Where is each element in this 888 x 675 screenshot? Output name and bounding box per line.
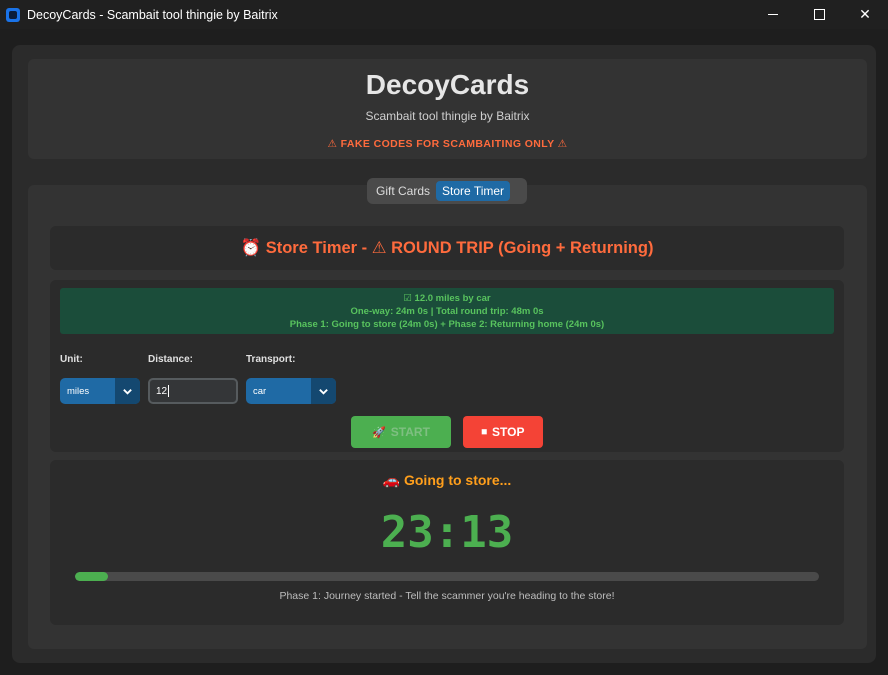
- trip-info-box: ☑ 12.0 miles by car One-way: 24m 0s | To…: [60, 288, 834, 334]
- transport-select-value: car: [253, 385, 267, 397]
- progress-bar: [75, 572, 819, 581]
- start-button[interactable]: 🚀 START: [351, 416, 451, 448]
- stop-button-label: STOP: [492, 425, 525, 439]
- text-caret: [168, 385, 170, 397]
- status-title: 🚗 Going to store...: [382, 472, 512, 488]
- app-subtitle: Scambait tool thingie by Baitrix: [365, 109, 530, 123]
- warning-banner: ⚠ FAKE CODES FOR SCAMBAITING ONLY ⚠: [327, 138, 568, 150]
- tab-store-timer[interactable]: Store Timer: [436, 181, 511, 201]
- stop-button[interactable]: ⏹ STOP: [463, 416, 543, 448]
- app-icon: [6, 7, 20, 22]
- progress-fill: [75, 572, 109, 581]
- header-card: DecoyCards Scambait tool thingie by Bait…: [28, 59, 867, 159]
- app-window: DecoyCards Scambait tool thingie by Bait…: [12, 45, 876, 663]
- trip-info-line-times: One-way: 24m 0s | Total round trip: 48m …: [350, 306, 544, 317]
- stop-icon: ⏹: [481, 425, 488, 438]
- close-icon: ✕: [859, 6, 871, 23]
- unit-select-value: miles: [67, 385, 90, 397]
- unit-label: Unit:: [60, 354, 83, 365]
- timer-header: ⏰ Store Timer - ⚠ ROUND TRIP (Going + Re…: [50, 226, 844, 270]
- status-panel: 🚗 Going to store... 23:13 Phase 1: Journ…: [50, 460, 844, 625]
- window-title: DecoyCards - Scambait tool thingie by Ba…: [27, 7, 278, 22]
- start-button-label: START: [390, 425, 430, 439]
- distance-input-value: 12: [156, 385, 168, 397]
- minimize-button[interactable]: [750, 0, 796, 29]
- rocket-icon: 🚀: [372, 426, 386, 439]
- trip-info-line-phases: Phase 1: Going to store (24m 0s) + Phase…: [289, 319, 605, 330]
- chevron-down-icon[interactable]: [115, 378, 140, 404]
- config-panel: ☑ 12.0 miles by car One-way: 24m 0s | To…: [50, 280, 844, 452]
- timer-header-text: ⏰ Store Timer - ⚠ ROUND TRIP (Going + Re…: [240, 239, 654, 257]
- transport-label: Transport:: [246, 354, 296, 365]
- distance-label: Distance:: [148, 354, 194, 365]
- window-controls: ✕: [750, 0, 888, 29]
- close-button[interactable]: ✕: [842, 0, 888, 29]
- tab-bar: Gift Cards Store Timer: [367, 178, 527, 204]
- chevron-down-icon[interactable]: [311, 378, 336, 404]
- maximize-button[interactable]: [796, 0, 842, 29]
- tab-gift-cards[interactable]: Gift Cards: [370, 181, 436, 201]
- transport-select[interactable]: car: [246, 378, 336, 404]
- phase-message: Phase 1: Journey started - Tell the scam…: [279, 590, 615, 602]
- distance-input[interactable]: 12: [148, 378, 238, 404]
- countdown-display: 23:13: [380, 507, 514, 558]
- unit-select[interactable]: miles: [60, 378, 140, 404]
- trip-info-line-distance: ☑ 12.0 miles by car: [403, 293, 491, 304]
- title-bar: DecoyCards - Scambait tool thingie by Ba…: [0, 0, 888, 29]
- app-title: DecoyCards: [365, 69, 530, 100]
